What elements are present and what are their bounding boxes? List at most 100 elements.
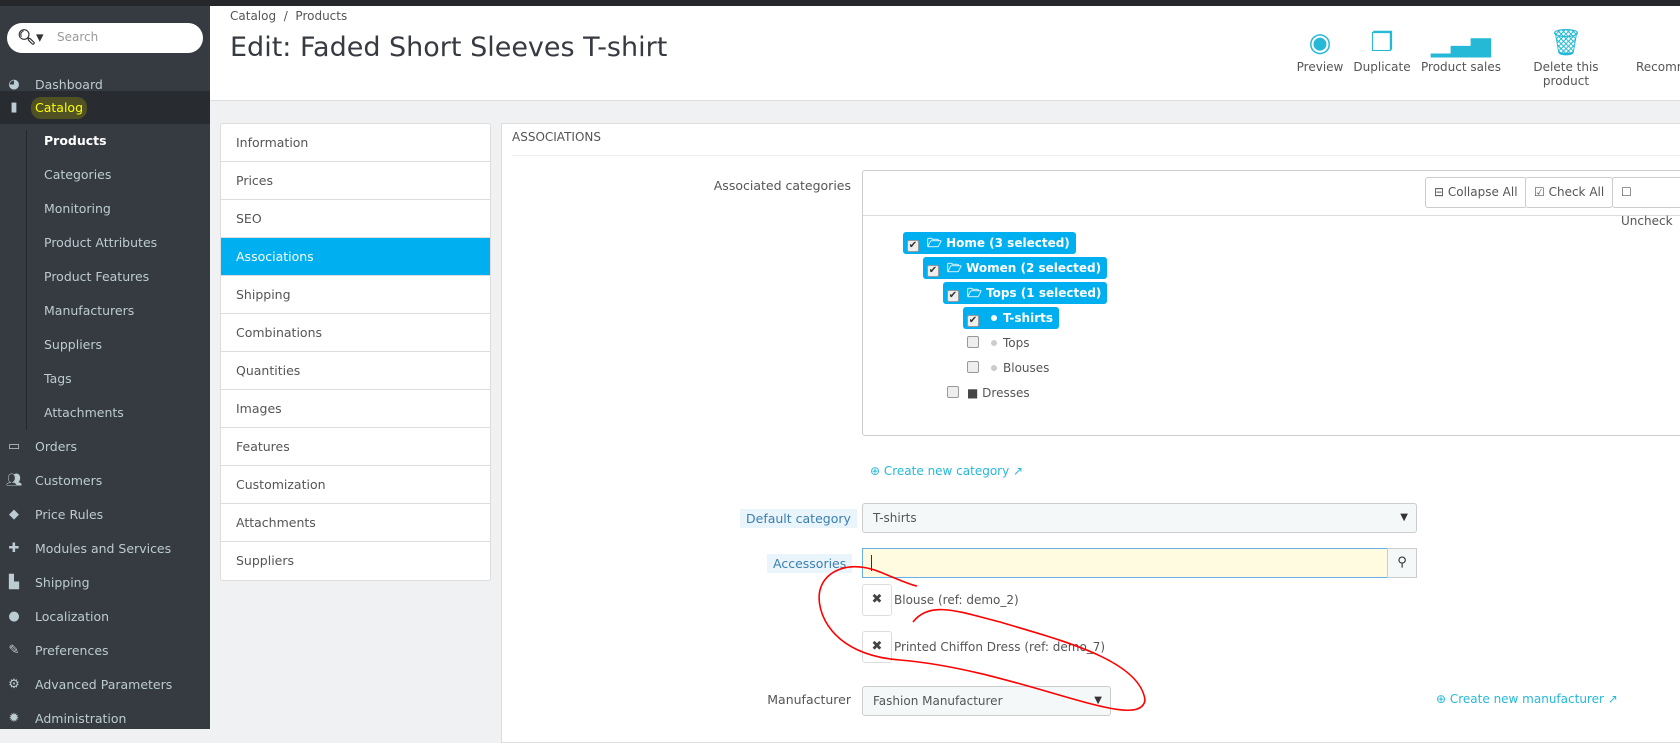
sidebar-subitem[interactable]: Product Attributes: [0, 226, 210, 260]
create-manufacturer-link[interactable]: ⊕ Create new manufacturer ↗: [1436, 692, 1618, 706]
recommend-label: Recomm: [1636, 60, 1680, 74]
create-category-label: Create new category: [883, 464, 1010, 478]
tab-item[interactable]: Combinations: [221, 314, 490, 352]
product-sales-label: Product sales: [1421, 60, 1501, 74]
leaf-dot-icon: [991, 315, 997, 321]
tree-node-label: Tops (1 selected): [986, 286, 1102, 300]
book-icon: ▮: [10, 100, 18, 115]
accessory-item: Blouse (ref: demo_2): [894, 593, 1019, 607]
checkbox-unchecked[interactable]: [967, 336, 979, 348]
manufacturer-label: Manufacturer: [767, 692, 851, 707]
accessories-input[interactable]: [862, 548, 1388, 578]
tree-node[interactable]: ✔ 🗁︎ Women (2 selected): [923, 257, 1108, 279]
sidebar-subitem[interactable]: Products: [0, 124, 210, 158]
globe-icon: ●: [8, 609, 20, 624]
duplicate-button[interactable]: ❐ Duplicate: [1352, 26, 1412, 74]
tab-item[interactable]: Features: [221, 428, 490, 466]
accessories-label: Accessories: [767, 554, 853, 573]
accessories-search-button[interactable]: ⚲: [1387, 548, 1417, 578]
collapse-all-button[interactable]: ⊟ Collapse All: [1425, 177, 1527, 208]
search-box[interactable]: 🔍︎▾ Search: [7, 23, 203, 53]
tab-item[interactable]: SEO: [221, 200, 490, 238]
breadcrumb: Catalog / Products: [230, 9, 347, 23]
sidebar-item-catalog[interactable]: ▮ Catalog: [0, 91, 210, 125]
search-input[interactable]: Search: [57, 30, 98, 44]
remove-accessory-button[interactable]: ✖: [862, 584, 892, 616]
checkbox-checked[interactable]: ✔: [927, 265, 939, 277]
folder-open-icon: 🗁︎: [967, 286, 987, 300]
sidebar-subitem[interactable]: Suppliers: [0, 328, 210, 362]
leaf-dot-icon: [991, 340, 997, 346]
panel-heading: ASSOCIATIONS: [512, 130, 1680, 156]
default-category-label: Default category: [740, 509, 857, 528]
cogs-icon: ⚙: [8, 677, 20, 692]
checkbox-checked[interactable]: ✔: [947, 290, 959, 302]
bar-chart-icon: ▁▃▅: [1431, 28, 1491, 58]
sidebar-item[interactable]: ✚ Modules and Services: [0, 532, 210, 566]
sidebar-item[interactable]: ▙ Shipping: [0, 566, 210, 600]
tab-item[interactable]: Shipping: [221, 276, 490, 314]
remove-accessory-button[interactable]: ✖: [862, 631, 892, 663]
sidebar-subitem[interactable]: Monitoring: [0, 192, 210, 226]
tab-item[interactable]: Quantities: [221, 352, 490, 390]
checkbox-checked[interactable]: ✔: [907, 240, 919, 252]
puzzle-icon: ✚: [8, 541, 20, 556]
preview-label: Preview: [1296, 60, 1344, 74]
collapse-all-label: Collapse All: [1447, 185, 1518, 199]
create-category-link[interactable]: ⊕ Create new category ↗: [870, 464, 1023, 478]
sidebar-subitem[interactable]: Manufacturers: [0, 294, 210, 328]
manufacturer-select[interactable]: Fashion Manufacturer ▼: [862, 686, 1111, 716]
close-icon: ✖: [871, 592, 883, 607]
default-category-select[interactable]: T-shirts ▼: [862, 503, 1417, 533]
sidebar-item[interactable]: 👥︎ Customers: [0, 464, 210, 498]
associated-categories-label: Associated categories: [713, 178, 851, 193]
sidebar-item[interactable]: ▭ Orders: [0, 430, 210, 464]
product-sales-button[interactable]: ▁▃▅ Product sales: [1421, 26, 1501, 74]
check-all-label: Check All: [1548, 185, 1605, 199]
checkbox-checked[interactable]: ✔: [967, 315, 979, 327]
trash-icon: 🗑︎: [1549, 28, 1583, 58]
tab-item[interactable]: Prices: [221, 162, 490, 200]
sidebar-item[interactable]: ✎ Preferences: [0, 634, 210, 668]
folder-open-icon: 🗁︎: [927, 236, 947, 250]
submenu-divider: [26, 130, 27, 430]
checkbox-unchecked[interactable]: [967, 361, 979, 373]
breadcrumb-catalog[interactable]: Catalog: [230, 9, 276, 23]
delete-product-button[interactable]: 🗑︎ Delete this product: [1510, 26, 1622, 88]
folder-icon: ■: [967, 386, 983, 400]
sidebar-item[interactable]: ● Localization: [0, 600, 210, 634]
search-icon[interactable]: 🔍︎▾: [17, 28, 44, 46]
sidebar-subitem[interactable]: Product Features: [0, 260, 210, 294]
sidebar-subitem[interactable]: Tags: [0, 362, 210, 396]
tab-item[interactable]: Images: [221, 390, 490, 428]
uncheck-all-button[interactable]: ☐ Uncheck: [1612, 177, 1680, 228]
tab-item[interactable]: Suppliers: [221, 542, 490, 580]
tab-item[interactable]: Associations: [221, 238, 490, 276]
sidebar-item[interactable]: ◆ Price Rules: [0, 498, 210, 532]
tree-node[interactable]: Tops: [963, 332, 1036, 354]
caret-down-icon: ▼: [1400, 512, 1408, 523]
tree-node-label: T-shirts: [1003, 311, 1053, 325]
sidebar-subitem[interactable]: Attachments: [0, 396, 210, 430]
sidebar-item[interactable]: ⚙ Advanced Parameters: [0, 668, 210, 702]
cog-icon: ✹: [8, 711, 20, 726]
tree-node-label: Tops: [1003, 336, 1030, 350]
tree-node[interactable]: ■ Dresses: [943, 382, 1036, 404]
tree-node[interactable]: ✔ T-shirts: [963, 307, 1059, 329]
create-manufacturer-label: Create new manufacturer: [1449, 692, 1604, 706]
tree-node[interactable]: ✔ 🗁︎ Home (3 selected): [903, 232, 1076, 254]
sidebar-item[interactable]: ✹ Administration: [0, 702, 210, 736]
checkbox-empty-icon: ☐: [1621, 185, 1632, 199]
preview-button[interactable]: ◉ Preview: [1295, 26, 1345, 74]
check-all-button[interactable]: ☑ Check All: [1525, 177, 1614, 208]
tree-node-label: Dresses: [982, 386, 1030, 400]
breadcrumb-products[interactable]: Products: [295, 9, 347, 23]
tab-item[interactable]: Customization: [221, 466, 490, 504]
checkbox-unchecked[interactable]: [947, 386, 959, 398]
tree-node[interactable]: ✔ 🗁︎ Tops (1 selected): [943, 282, 1108, 304]
sidebar-subitem[interactable]: Categories: [0, 158, 210, 192]
recommend-button[interactable]: Recomm: [1636, 26, 1680, 74]
tab-item[interactable]: Information: [221, 124, 490, 162]
tree-node[interactable]: Blouses: [963, 357, 1055, 379]
tab-item[interactable]: Attachments: [221, 504, 490, 542]
